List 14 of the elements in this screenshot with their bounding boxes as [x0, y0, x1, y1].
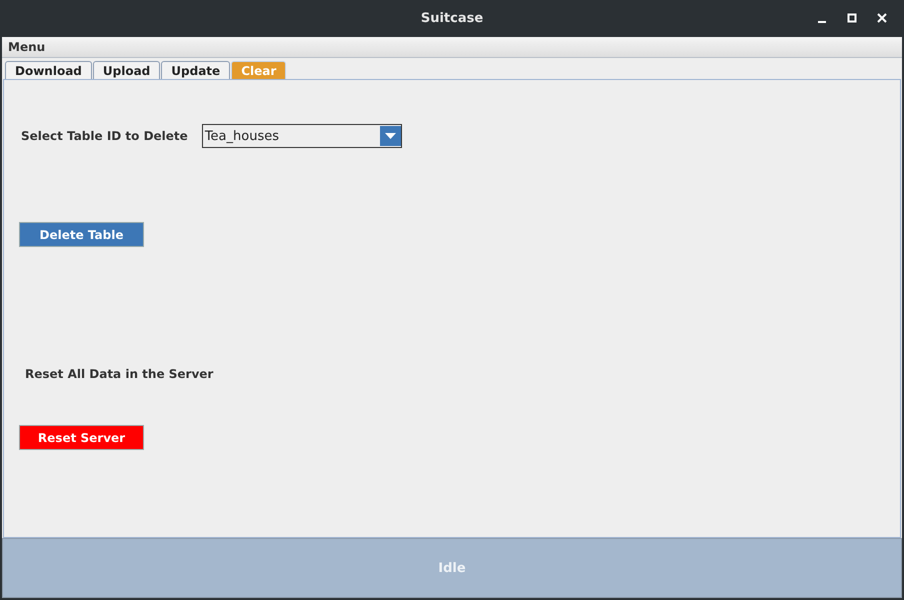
tab[interactable]: Update	[161, 61, 230, 79]
window-title: Suitcase	[420, 11, 484, 26]
status-text: Idle	[438, 560, 466, 576]
minimize-icon	[818, 21, 826, 23]
tab[interactable]: Upload	[92, 61, 160, 79]
maximize-icon	[847, 13, 857, 23]
reset-server-button[interactable]: Reset Server	[19, 425, 144, 450]
delete-label: Select Table ID to Delete	[21, 129, 188, 143]
tab[interactable]: Download	[5, 61, 92, 79]
reset-label: Reset All Data in the Server	[25, 367, 214, 381]
close-icon	[877, 13, 887, 23]
delete-table-button[interactable]: Delete Table	[19, 222, 144, 247]
menu-item[interactable]: Menu	[8, 40, 46, 54]
table-dropdown[interactable]: Tea_houses	[202, 124, 402, 148]
